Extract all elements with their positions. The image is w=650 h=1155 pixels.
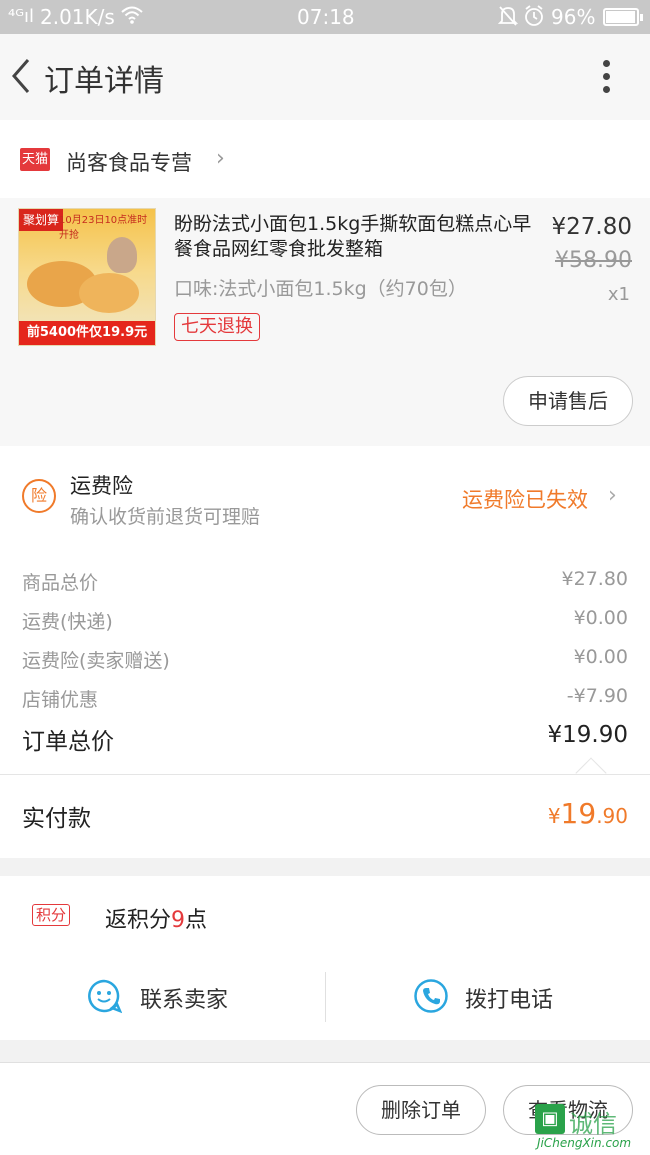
shop-name[interactable]: 尚客食品专营: [66, 147, 192, 177]
battery-percent: 96%: [551, 5, 596, 29]
after-sale-button[interactable]: 申请售后: [503, 376, 633, 426]
thumb-date-tag: 10月23日10点准时开抢: [59, 215, 148, 241]
cost-label: 商品总价: [22, 572, 99, 594]
cost-label: 运费险(卖家赠送): [22, 650, 170, 672]
chevron-right-icon: ›: [608, 483, 617, 508]
insurance-icon: 险: [22, 479, 56, 513]
order-total-label: 订单总价: [22, 729, 114, 755]
call-phone-label: 拨打电话: [465, 988, 554, 1013]
clock: 07:18: [297, 5, 355, 29]
amount-paid-value: ¥19.90: [547, 797, 628, 830]
points-tag: 积分: [32, 904, 71, 926]
original-price: ¥58.90: [555, 248, 632, 273]
cost-value: ¥0.00: [573, 646, 628, 668]
alarm-icon: [523, 4, 545, 33]
cost-label: 运费(快递): [22, 611, 113, 633]
cost-label: 店铺优惠: [22, 689, 99, 711]
product-title[interactable]: 盼盼法式小面包1.5kg手撕软面包糕点心早餐食品网红零食批发整箱: [174, 212, 534, 262]
watermark-box-icon: ▣: [535, 1104, 565, 1134]
call-phone-button[interactable]: 拨打电话: [325, 956, 650, 1040]
cost-row: 店铺优惠 -¥7.90: [22, 685, 628, 712]
chevron-right-icon: ›: [216, 146, 225, 171]
delete-order-button[interactable]: 删除订单: [356, 1085, 486, 1135]
signal-icon: ⁴ᴳıl: [8, 6, 34, 27]
amount-paid-row: 实付款 ¥19.90: [0, 774, 650, 858]
thumb-brand-tag: 聚划算: [19, 209, 64, 231]
back-arrow-icon: [12, 59, 30, 93]
watermark-text: 诚信: [569, 1110, 617, 1138]
header: 订单详情: [0, 34, 650, 120]
watermark-url: JiChengXin.com: [537, 1136, 632, 1150]
battery-icon: [603, 8, 643, 26]
thumb-promo: 前5400件仅19.9元: [19, 321, 155, 345]
contact-bar: 联系卖家 拨打电话: [0, 956, 650, 1040]
cost-value: -¥7.90: [566, 685, 628, 707]
more-menu-button[interactable]: [590, 54, 624, 100]
more-dots-icon: [603, 60, 610, 67]
cost-value: ¥0.00: [573, 607, 628, 629]
cost-row: 运费险(卖家赠送) ¥0.00: [22, 646, 628, 673]
chat-face-icon: [88, 979, 122, 1014]
insurance-title: 运费险: [70, 474, 133, 498]
status-bar: ⁴ᴳıl 2.01K/s 07:18 96%: [0, 0, 650, 34]
network-speed: 2.01K/s: [40, 5, 115, 29]
cost-breakdown: 商品总价 ¥27.80 运费(快递) ¥0.00 运费险(卖家赠送) ¥0.00…: [0, 546, 650, 789]
return-policy-badge: 七天退换: [174, 313, 260, 341]
tmall-logo: 天猫: [20, 148, 50, 171]
amount-paid-label: 实付款: [22, 806, 91, 832]
order-total-row: 订单总价 ¥19.90: [22, 722, 628, 756]
cost-row: 商品总价 ¥27.80: [22, 568, 628, 595]
page-title: 订单详情: [44, 64, 164, 99]
product-spec: 口味:法式小面包1.5kg（约70包）: [174, 278, 467, 300]
product-image[interactable]: 聚划算 10月23日10点准时开抢 前5400件仅19.9元: [18, 208, 156, 346]
contact-seller-label: 联系卖家: [140, 988, 229, 1013]
back-button[interactable]: [6, 56, 40, 96]
cost-value: ¥27.80: [561, 568, 628, 590]
wifi-icon: [120, 5, 144, 30]
points-row: 积分 返积分9点: [0, 876, 650, 956]
product-price: ¥27.80: [551, 214, 632, 240]
cost-row: 运费(快递) ¥0.00: [22, 607, 628, 634]
phone-icon: [414, 979, 448, 1013]
product-quantity: x1: [607, 284, 630, 305]
points-text: 返积分9点: [105, 908, 208, 933]
mute-icon: [497, 4, 519, 33]
order-total-value: ¥19.90: [547, 722, 628, 748]
watermark-logo: ▣ 诚信 JiChengXin.com: [533, 1104, 645, 1152]
shop-row[interactable]: 天猫 尚客食品专营 ›: [0, 120, 650, 198]
product-item: 聚划算 10月23日10点准时开抢 前5400件仅19.9元 盼盼法式小面包1.…: [0, 198, 650, 446]
insurance-subtitle: 确认收货前退货可理赔: [70, 506, 261, 528]
shipping-insurance-row[interactable]: 险 运费险 确认收货前退货可理赔 运费险已失效 ›: [0, 446, 650, 546]
insurance-status[interactable]: 运费险已失效: [462, 484, 588, 514]
contact-seller-button[interactable]: 联系卖家: [0, 956, 325, 1040]
